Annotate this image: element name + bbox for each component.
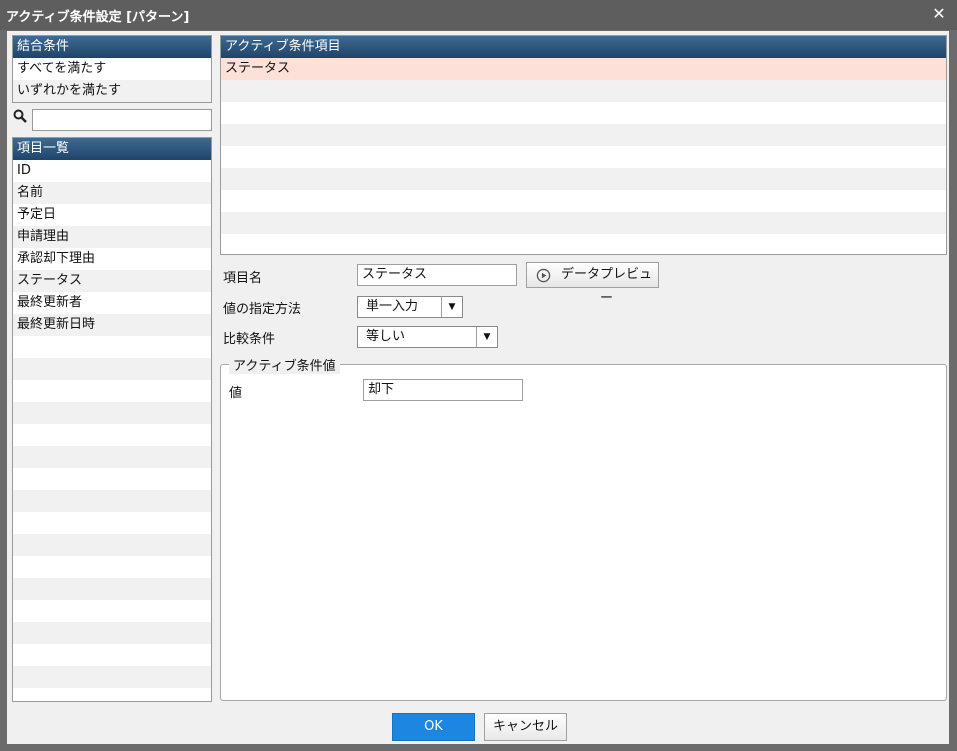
item-name-field[interactable]: ステータス (357, 264, 517, 286)
join-option-any[interactable]: いずれかを満たす (13, 80, 211, 102)
empty-row (221, 146, 946, 168)
active-value-group (220, 364, 947, 701)
empty-row (13, 644, 211, 666)
search-input[interactable] (32, 109, 212, 131)
active-items-panel: アクティブ条件項目 ステータス (220, 35, 947, 255)
empty-row (221, 212, 946, 234)
empty-row (13, 424, 211, 446)
ok-button[interactable]: OK (392, 713, 475, 741)
play-circle-icon (536, 268, 551, 283)
empty-row (13, 688, 211, 701)
close-icon[interactable]: ✕ (929, 4, 949, 24)
data-preview-button[interactable]: データプレビュー (526, 262, 659, 306)
empty-row (13, 380, 211, 402)
empty-row (221, 168, 946, 190)
item-name-label: 項目名 (223, 271, 263, 286)
empty-row (13, 358, 211, 380)
list-item[interactable]: 申請理由 (13, 226, 211, 248)
empty-row (13, 666, 211, 688)
empty-row (13, 446, 211, 468)
item-list-header: 項目一覧 (13, 138, 211, 160)
empty-row (13, 600, 211, 622)
value-field[interactable]: 却下 (363, 379, 523, 401)
window-title: アクティブ条件設定 [パターン] (6, 10, 190, 25)
join-conditions-header: 結合条件 (13, 36, 211, 58)
empty-row (13, 336, 211, 358)
item-list-panel: 項目一覧 ID 名前 予定日 申請理由 承認却下理由 ステータス 最終更新者 最… (12, 137, 212, 702)
empty-row (13, 512, 211, 534)
empty-row (13, 490, 211, 512)
join-option-all[interactable]: すべてを満たす (13, 58, 211, 80)
active-value-group-title: アクティブ条件値 (229, 355, 340, 374)
title-bar[interactable]: アクティブ条件設定 [パターン] ✕ (0, 0, 957, 30)
empty-row (221, 80, 946, 102)
method-select[interactable]: 単一入力 ▼ (357, 296, 463, 318)
chevron-down-icon[interactable]: ▼ (441, 297, 462, 317)
list-item[interactable]: 最終更新日時 (13, 314, 211, 336)
empty-row (221, 124, 946, 146)
empty-row (13, 578, 211, 600)
active-item-row[interactable]: ステータス (221, 58, 946, 80)
join-conditions-panel: 結合条件 すべてを満たす いずれかを満たす (12, 35, 212, 103)
method-selected-value: 単一入力 (366, 299, 419, 314)
empty-row (221, 190, 946, 212)
list-item[interactable]: 承認却下理由 (13, 248, 211, 270)
empty-row (13, 534, 211, 556)
empty-row (13, 556, 211, 578)
list-item[interactable]: ステータス (13, 270, 211, 292)
compare-select[interactable]: 等しい ▼ (357, 326, 498, 348)
list-item[interactable]: ID (13, 160, 211, 182)
empty-row (221, 234, 946, 254)
cancel-button[interactable]: キャンセル (484, 713, 567, 741)
dialog-window: アクティブ条件設定 [パターン] ✕ 結合条件 すべてを満たす いずれかを満たす… (0, 0, 957, 751)
list-item[interactable]: 名前 (13, 182, 211, 204)
data-preview-label: データプレビュー (560, 267, 652, 306)
empty-row (13, 468, 211, 490)
compare-selected-value: 等しい (366, 329, 406, 344)
list-item[interactable]: 予定日 (13, 204, 211, 226)
empty-row (13, 622, 211, 644)
method-label: 値の指定方法 (223, 302, 302, 317)
value-label: 値 (229, 386, 243, 401)
active-items-header: アクティブ条件項目 (221, 36, 946, 58)
empty-row (221, 102, 946, 124)
dialog-body: 結合条件 すべてを満たす いずれかを満たす 項目一覧 ID 名前 予定日 申請理… (7, 31, 949, 744)
list-item[interactable]: 最終更新者 (13, 292, 211, 314)
empty-row (13, 402, 211, 424)
compare-label: 比較条件 (223, 332, 276, 347)
search-icon (13, 109, 27, 123)
chevron-down-icon[interactable]: ▼ (476, 327, 497, 347)
